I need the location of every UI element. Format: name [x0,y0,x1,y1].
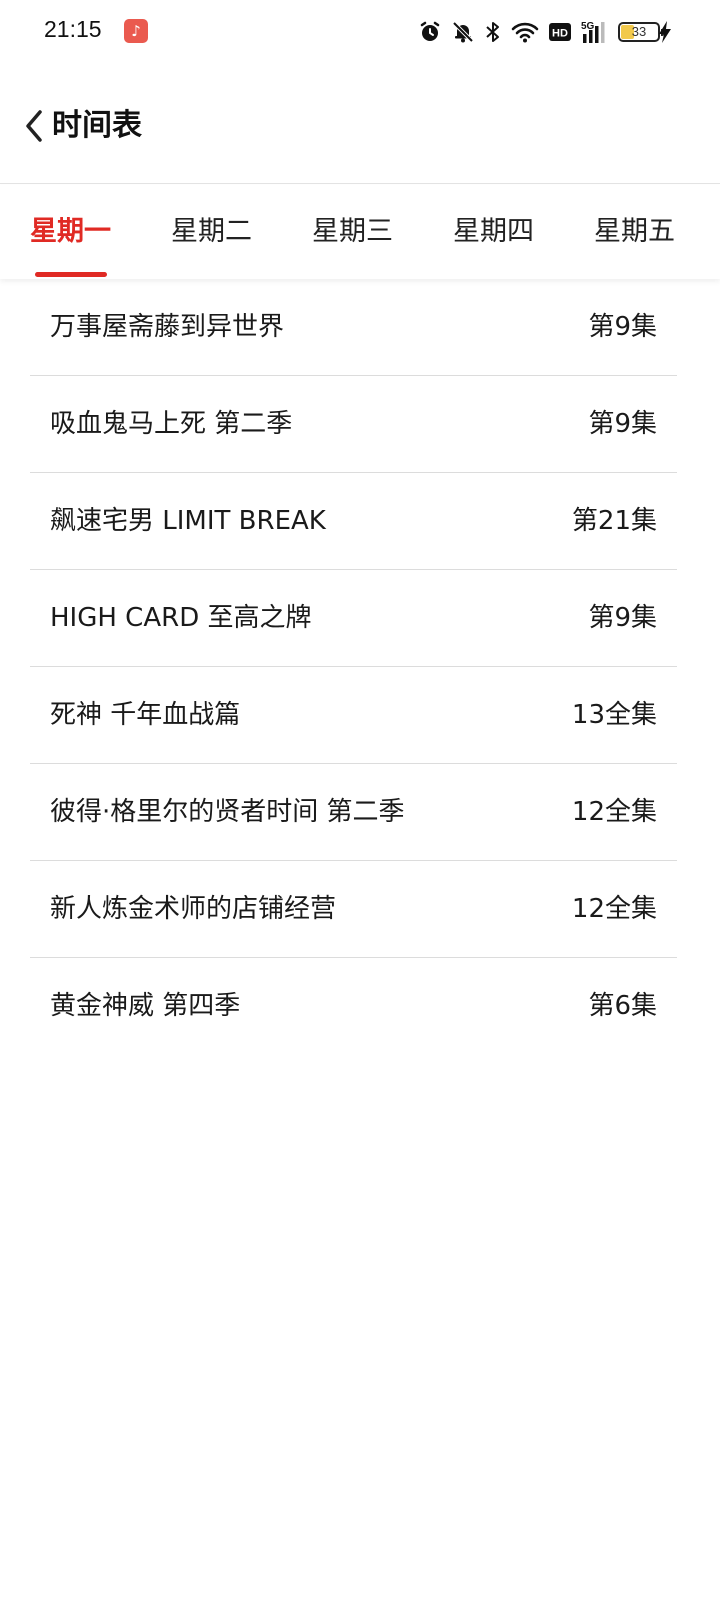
show-title: 彼得·格里尔的贤者时间 第二季 [50,797,405,827]
5g-signal-icon: 5G [581,21,605,43]
schedule-list: 万事屋斋藤到异世界 第9集 吸血鬼马上死 第二季 第9集 飙速宅男 LIMIT … [30,279,677,1055]
list-item[interactable]: 吸血鬼马上死 第二季 第9集 [30,376,677,473]
episode-label: 第9集 [588,409,657,439]
show-title: 飙速宅男 LIMIT BREAK [50,506,326,536]
battery-icon: 33 [618,22,664,42]
show-title: 死神 千年血战篇 [50,700,241,730]
hd-icon: HD [549,23,571,41]
list-item[interactable]: 万事屋斋藤到异世界 第9集 [30,279,677,376]
list-item[interactable]: 飙速宅男 LIMIT BREAK 第21集 [30,473,677,570]
list-item[interactable]: 彼得·格里尔的贤者时间 第二季 12全集 [30,764,677,861]
episode-label: 第6集 [588,991,657,1021]
show-title: HIGH CARD 至高之牌 [50,603,312,633]
battery-level: 33 [631,24,647,39]
chevron-left-icon [26,110,42,142]
header-bar: 时间表 [0,64,720,184]
list-item[interactable]: 黄金神威 第四季 第6集 [30,958,677,1055]
tab-monday[interactable]: 星期一 [30,185,111,279]
svg-text:5G: 5G [581,21,595,32]
day-tabs: 星期一 星期二 星期三 星期四 星期五 [0,185,720,279]
episode-label: 第21集 [571,506,657,536]
show-title: 吸血鬼马上死 第二季 [50,409,293,439]
list-item[interactable]: HIGH CARD 至高之牌 第9集 [30,570,677,667]
tab-tuesday[interactable]: 星期二 [171,185,252,279]
episode-label: 13全集 [571,700,657,730]
tab-friday[interactable]: 星期五 [594,185,675,279]
list-item[interactable]: 新人炼金术师的店铺经营 12全集 [30,861,677,958]
bluetooth-icon [486,22,499,42]
active-tab-indicator [35,272,107,277]
episode-label: 第9集 [588,603,657,633]
episode-label: 12全集 [571,894,657,924]
show-title: 万事屋斋藤到异世界 [50,312,285,342]
alarm-icon [420,21,440,41]
tab-thursday[interactable]: 星期四 [453,185,534,279]
back-button[interactable] [18,104,50,148]
wifi-icon [511,22,539,43]
episode-label: 第9集 [588,312,657,342]
page-title: 时间表 [52,108,142,143]
svg-text:HD: HD [552,28,568,40]
show-title: 新人炼金术师的店铺经营 [50,894,337,924]
status-icons: HD 5G 33 [418,18,664,46]
status-bar: 21:15 ♪ HD 5G 33 [0,0,720,64]
music-note-icon: ♪ [124,19,148,43]
show-title: 黄金神威 第四季 [50,991,241,1021]
bell-off-icon [452,21,474,43]
episode-label: 12全集 [571,797,657,827]
charging-icon [659,21,671,43]
tab-wednesday[interactable]: 星期三 [312,185,393,279]
list-item[interactable]: 死神 千年血战篇 13全集 [30,667,677,764]
status-time: 21:15 [44,16,102,42]
